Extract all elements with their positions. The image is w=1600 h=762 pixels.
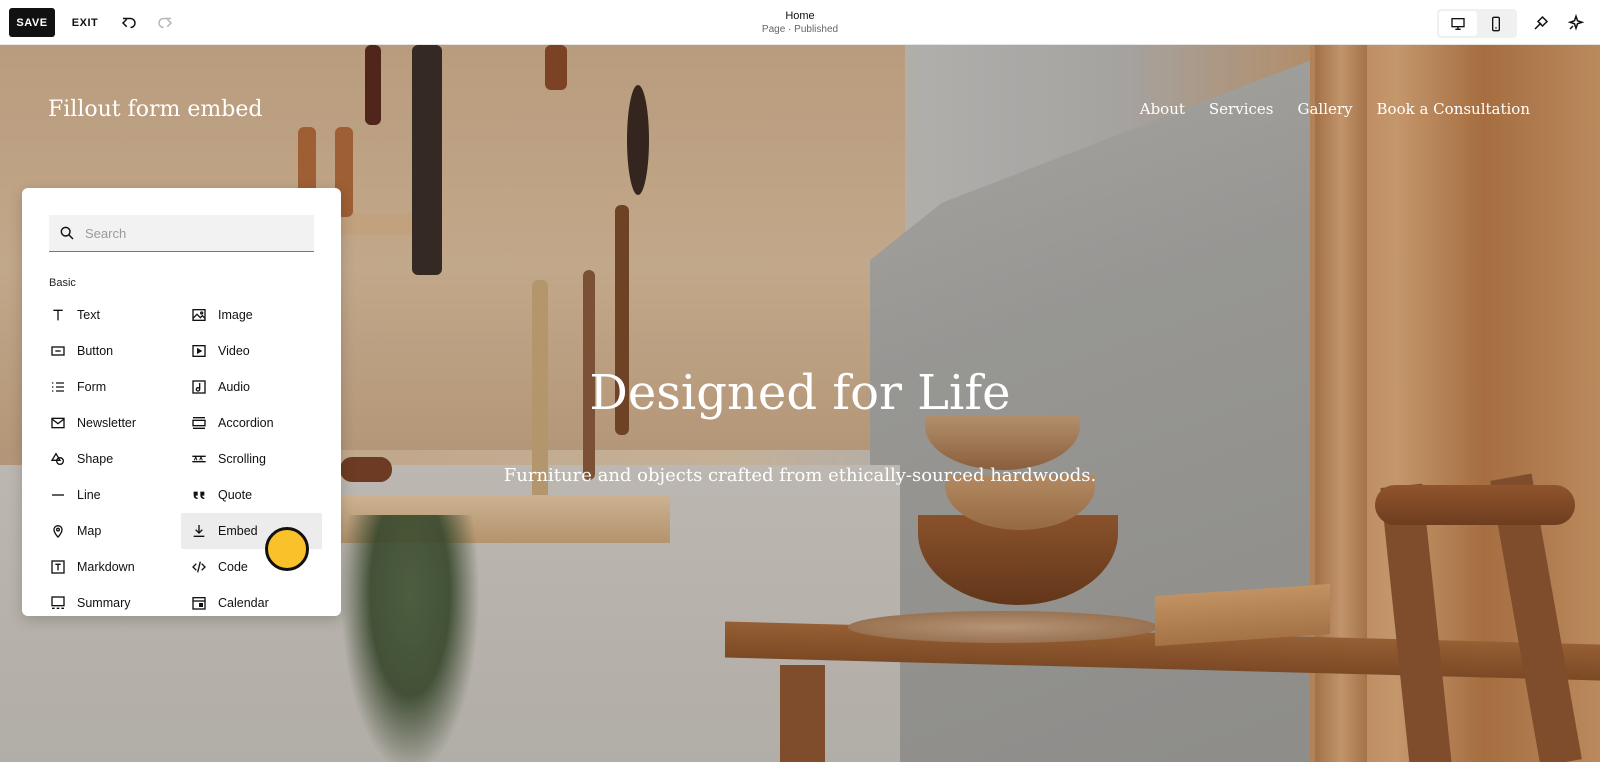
nav-about[interactable]: About: [1140, 100, 1185, 118]
block-item-video[interactable]: Video: [181, 333, 322, 369]
nav-book-consultation[interactable]: Book a Consultation: [1377, 100, 1530, 118]
sparkle-icon[interactable]: [1564, 11, 1588, 35]
exit-button[interactable]: EXIT: [64, 8, 106, 37]
newsletter-icon: [49, 414, 67, 432]
audio-icon: [190, 378, 208, 396]
desktop-icon[interactable]: [1439, 11, 1477, 36]
block-item-calendar[interactable]: Calendar: [181, 585, 322, 616]
block-item-button[interactable]: Button: [40, 333, 181, 369]
form-icon: [49, 378, 67, 396]
block-item-text[interactable]: Text: [40, 297, 181, 333]
map-pin-icon: [49, 522, 67, 540]
calendar-icon: [190, 594, 208, 612]
undo-icon[interactable]: [117, 11, 141, 35]
pointer-highlight: [265, 527, 309, 571]
site-title[interactable]: Fillout form embed: [48, 97, 262, 122]
site-nav: About Services Gallery Book a Consultati…: [1140, 100, 1530, 118]
block-item-newsletter[interactable]: Newsletter: [40, 405, 181, 441]
editor-toolbar: SAVE EXIT Home Page · Published: [0, 0, 1600, 45]
section-label-basic: Basic: [49, 277, 76, 289]
button-icon: [49, 342, 67, 360]
block-item-line[interactable]: Line: [40, 477, 181, 513]
accordion-icon: [190, 414, 208, 432]
mobile-icon[interactable]: [1477, 11, 1515, 36]
scrolling-icon: [190, 450, 208, 468]
block-item-image[interactable]: Image: [181, 297, 322, 333]
nav-gallery[interactable]: Gallery: [1297, 100, 1352, 118]
block-item-audio[interactable]: Audio: [181, 369, 322, 405]
block-item-quote[interactable]: Quote: [181, 477, 322, 513]
device-toggle: [1437, 9, 1517, 38]
search-icon: [49, 215, 85, 252]
block-search: [49, 214, 314, 252]
block-item-scrolling[interactable]: Scrolling: [181, 441, 322, 477]
image-icon: [190, 306, 208, 324]
code-icon: [190, 558, 208, 576]
page-name: Home: [785, 10, 815, 22]
embed-icon: [190, 522, 208, 540]
block-item-shape[interactable]: Shape: [40, 441, 181, 477]
page-info[interactable]: Home Page · Published: [700, 9, 900, 37]
quote-icon: [190, 486, 208, 504]
line-icon: [49, 486, 67, 504]
block-item-summary[interactable]: Summary: [40, 585, 181, 616]
save-button[interactable]: SAVE: [9, 8, 55, 37]
redo-icon[interactable]: [153, 11, 177, 35]
video-icon: [190, 342, 208, 360]
block-item-map[interactable]: Map: [40, 513, 181, 549]
block-item-accordion[interactable]: Accordion: [181, 405, 322, 441]
block-item-form[interactable]: Form: [40, 369, 181, 405]
search-input[interactable]: [85, 214, 314, 252]
shape-icon: [49, 450, 67, 468]
markdown-icon: [49, 558, 67, 576]
text-icon: [49, 306, 67, 324]
nav-services[interactable]: Services: [1209, 100, 1274, 118]
summary-icon: [49, 594, 67, 612]
block-item-markdown[interactable]: Markdown: [40, 549, 181, 585]
paintbrush-icon[interactable]: [1529, 11, 1553, 35]
page-status: Page · Published: [761, 24, 839, 35]
